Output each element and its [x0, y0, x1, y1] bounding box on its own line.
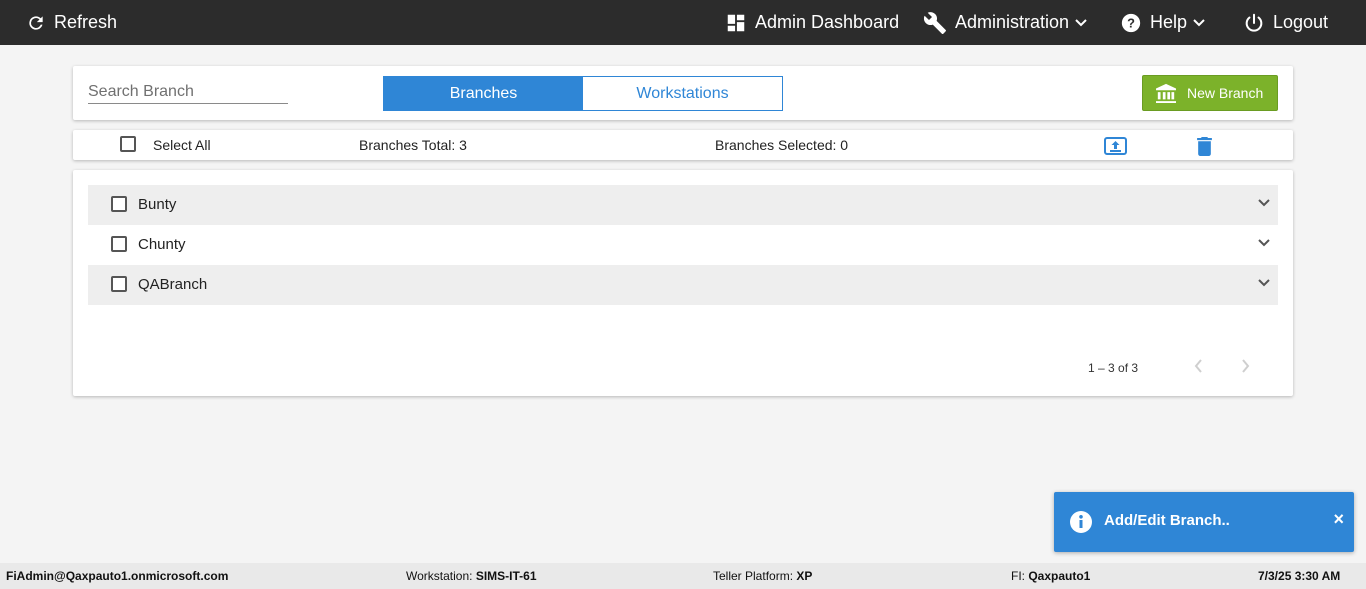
toast-notification: Add/Edit Branch.. × — [1054, 492, 1354, 552]
chevron-right-icon — [1242, 359, 1250, 373]
chevron-left-icon — [1194, 359, 1202, 373]
help-icon: ? — [1121, 13, 1141, 32]
previous-page-button[interactable] — [1193, 358, 1203, 379]
logout-label: Logout — [1273, 12, 1329, 32]
logout-button[interactable]: Logout — [1243, 0, 1328, 45]
branches-selected: Branches Selected: 0 — [715, 137, 849, 153]
branch-name: QABranch — [138, 276, 208, 293]
trash-icon — [1197, 137, 1212, 156]
status-workstation: Workstation: SIMS-IT-61 — [406, 569, 537, 583]
close-icon[interactable]: × — [1333, 509, 1344, 530]
select-all-label: Select All — [153, 137, 211, 153]
status-bar: FiAdmin@Qaxpauto1.onmicrosoft.com Workst… — [0, 563, 1366, 589]
administration-menu[interactable]: Administration — [923, 0, 1087, 45]
new-branch-button[interactable]: New Branch — [1142, 75, 1278, 111]
svg-text:?: ? — [1127, 15, 1135, 30]
chevron-down-icon[interactable] — [1258, 199, 1270, 207]
admin-dashboard-button[interactable]: Admin Dashboard — [725, 0, 899, 45]
top-navigation-bar: Refresh Admin Dashboard Administration ?… — [0, 0, 1366, 45]
branches-total: Branches Total: 3 — [359, 137, 467, 153]
row-checkbox[interactable] — [111, 196, 127, 212]
selection-bar: Select All Branches Total: 3 Branches Se… — [73, 130, 1293, 160]
branch-list-card: Bunty Chunty QABranch 1 – 3 of 3 — [73, 170, 1293, 396]
status-datetime: 7/3/25 3:30 AM — [1258, 569, 1341, 583]
tab-branches[interactable]: Branches — [384, 77, 583, 110]
refresh-label: Refresh — [54, 12, 118, 32]
administration-label: Administration — [955, 12, 1070, 32]
chevron-down-icon — [1075, 18, 1087, 26]
toolbar-card: Branches Workstations New Branch — [73, 66, 1293, 120]
help-menu[interactable]: ? Help — [1120, 0, 1205, 45]
search-branch-input[interactable] — [88, 81, 288, 104]
status-user: FiAdmin@Qaxpauto1.onmicrosoft.com — [6, 569, 229, 583]
power-icon — [1245, 13, 1263, 32]
new-branch-label: New Branch — [1187, 85, 1264, 101]
row-checkbox[interactable] — [111, 276, 127, 292]
toast-message: Add/Edit Branch.. — [1104, 512, 1230, 529]
next-page-button[interactable] — [1241, 358, 1251, 379]
refresh-icon — [29, 15, 43, 30]
chevron-down-icon[interactable] — [1258, 239, 1270, 247]
chevron-down-icon — [1193, 18, 1205, 26]
branch-name: Chunty — [138, 236, 186, 253]
select-all-checkbox[interactable] — [120, 136, 136, 152]
tab-workstations[interactable]: Workstations — [583, 77, 782, 110]
branch-name: Bunty — [138, 196, 177, 213]
admin-dashboard-label: Admin Dashboard — [755, 12, 900, 32]
pagination-range: 1 – 3 of 3 — [1088, 361, 1139, 375]
dashboard-icon — [727, 14, 745, 31]
upload-icon — [1104, 137, 1127, 155]
view-tabs: Branches Workstations — [383, 76, 783, 111]
info-icon — [1070, 511, 1092, 533]
list-item[interactable]: Chunty — [88, 225, 1278, 265]
wrench-icon — [923, 11, 946, 34]
upload-button[interactable] — [1104, 137, 1127, 160]
status-teller-platform: Teller Platform: XP — [713, 569, 813, 583]
delete-button[interactable] — [1197, 137, 1212, 161]
bank-icon — [1156, 83, 1176, 103]
refresh-button[interactable]: Refresh — [26, 0, 117, 45]
row-checkbox[interactable] — [111, 236, 127, 252]
status-fi: FI: Qaxpauto1 — [1011, 569, 1091, 583]
help-label: Help — [1150, 12, 1188, 32]
chevron-down-icon[interactable] — [1258, 279, 1270, 287]
list-item[interactable]: QABranch — [88, 265, 1278, 305]
list-item[interactable]: Bunty — [88, 185, 1278, 225]
